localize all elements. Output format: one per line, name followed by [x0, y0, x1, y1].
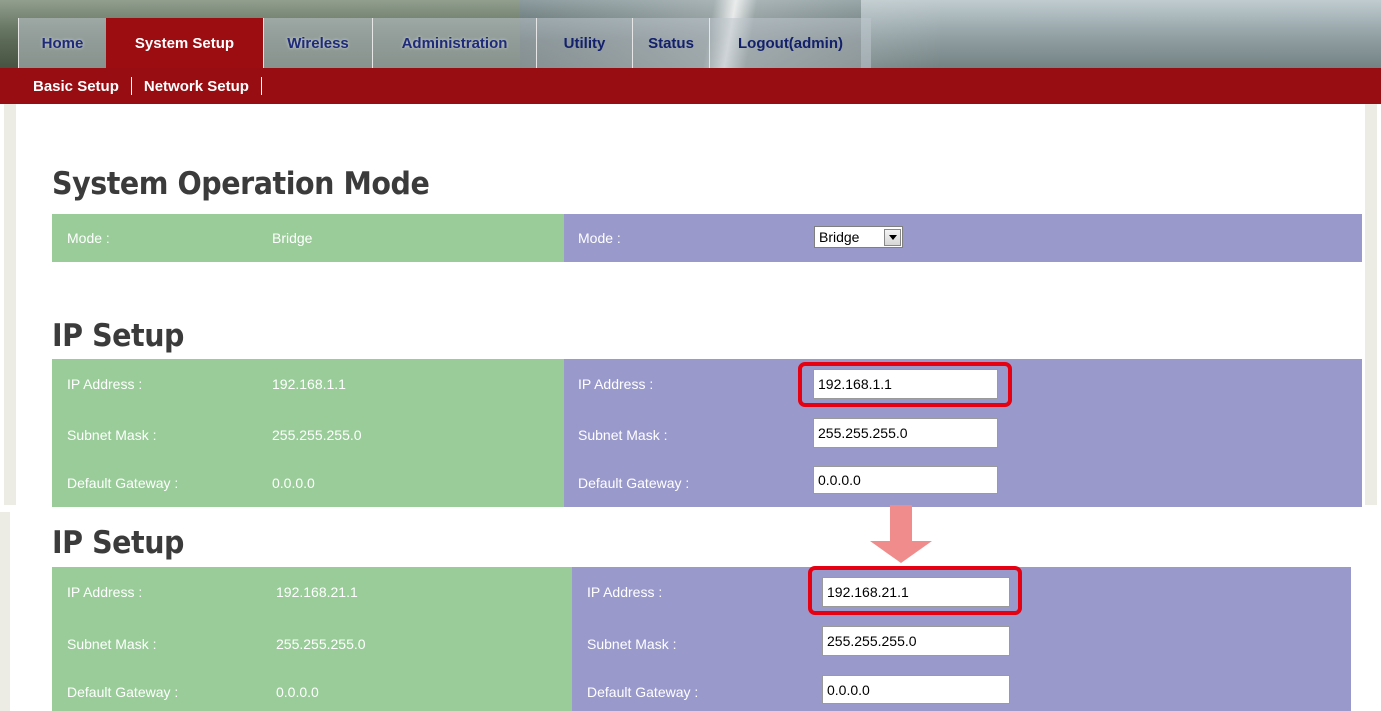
tab-wireless[interactable]: Wireless [263, 18, 372, 68]
default-gateway-label: Default Gateway : [67, 475, 179, 491]
result-default-gateway-field[interactable]: 0.0.0.0 [822, 675, 1010, 704]
result-default-gateway-value: 0.0.0.0 [276, 684, 319, 700]
default-gateway-field[interactable]: 0.0.0.0 [813, 466, 998, 494]
ip-address-label: IP Address : [67, 376, 143, 392]
system-operation-mode-heading: System Operation Mode [52, 166, 430, 202]
result-ip-address-label: IP Address : [67, 584, 143, 600]
tab-home[interactable]: Home [18, 18, 106, 68]
tab-system-setup[interactable]: System Setup [106, 18, 263, 68]
ip-address-edit-label: IP Address : [578, 376, 654, 392]
default-gateway-value: 0.0.0.0 [272, 475, 315, 491]
result-default-gateway-edit-label: Default Gateway : [587, 684, 699, 700]
result-highlight-box [808, 566, 1022, 615]
ip-setup-result-heading: IP Setup [52, 525, 185, 561]
subnav-network-setup[interactable]: Network Setup [144, 78, 249, 95]
subnav-basic-setup[interactable]: Basic Setup [33, 78, 119, 95]
subnav-divider [130, 77, 132, 95]
mode-label: Mode : [67, 230, 110, 246]
highlight-box [798, 362, 1012, 407]
subnet-mask-field[interactable]: 255.255.255.0 [813, 418, 998, 448]
mode-select-value: Bridge [819, 229, 860, 245]
mode-value: Bridge [272, 230, 313, 246]
tab-utility[interactable]: Utility [536, 18, 632, 68]
result-subnet-mask-field[interactable]: 255.255.255.0 [822, 626, 1010, 656]
edit-mode-panel [564, 214, 1362, 262]
subnav-divider [260, 77, 262, 95]
result-subnet-mask-edit-label: Subnet Mask : [587, 636, 677, 652]
subnet-mask-edit-label: Subnet Mask : [578, 427, 668, 443]
arrow-down-icon [870, 505, 932, 563]
tab-administration[interactable]: Administration [372, 18, 536, 68]
ip-address-value: 192.168.1.1 [272, 376, 346, 392]
result-subnet-mask-label: Subnet Mask : [67, 636, 157, 652]
mode-select[interactable]: Bridge [814, 226, 903, 248]
tab-status[interactable]: Status [632, 18, 709, 68]
sub-navigation-bar: Basic Setup Network Setup [0, 68, 1381, 104]
result-default-gateway-label: Default Gateway : [67, 684, 179, 700]
default-gateway-edit-label: Default Gateway : [578, 475, 690, 491]
subnet-mask-value: 255.255.255.0 [272, 427, 362, 443]
main-tabs: Home System Setup Wireless Administratio… [18, 18, 871, 68]
chevron-down-icon[interactable] [884, 228, 901, 246]
tab-logout[interactable]: Logout(admin) [709, 18, 871, 68]
top-navigation-bar: Home System Setup Wireless Administratio… [0, 0, 1381, 68]
result-ip-address-edit-label: IP Address : [587, 584, 663, 600]
result-ip-address-value: 192.168.21.1 [276, 584, 358, 600]
result-subnet-mask-value: 255.255.255.0 [276, 636, 366, 652]
subnet-mask-label: Subnet Mask : [67, 427, 157, 443]
mode-edit-label: Mode : [578, 230, 621, 246]
ip-setup-heading: IP Setup [52, 318, 185, 354]
